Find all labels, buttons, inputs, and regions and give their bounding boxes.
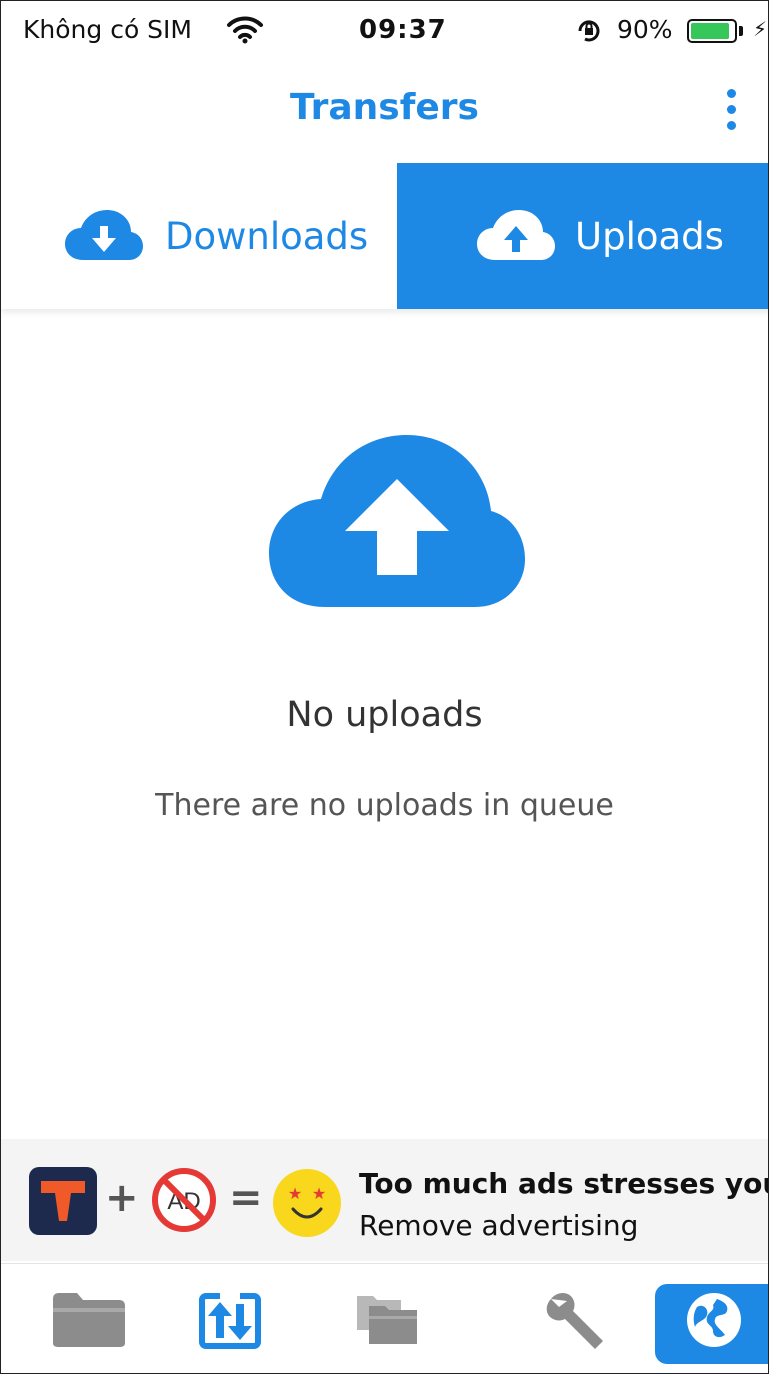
empty-state-title: No uploads (286, 695, 483, 735)
battery-percent: 90% (617, 15, 673, 44)
tab-transfers[interactable] (185, 1264, 275, 1373)
happy-face-icon: ★ ★ (271, 1167, 343, 1243)
more-dot-icon (727, 105, 736, 114)
battery-tip (739, 26, 743, 36)
ad-headline: Too much ads stresses you? (359, 1167, 769, 1200)
remove-ads-link[interactable]: Remove advertising (359, 1209, 638, 1242)
globe-icon (686, 1293, 741, 1347)
equals-sign: = (229, 1175, 263, 1221)
bottom-tab-bar (1, 1263, 768, 1373)
svg-text:★: ★ (288, 1184, 302, 1203)
tab-browser[interactable] (655, 1264, 768, 1373)
more-dot-icon (727, 121, 736, 130)
app-logo-icon (29, 1167, 97, 1235)
tab-downloads-label: Downloads (165, 214, 369, 258)
tab-tools[interactable] (531, 1264, 621, 1373)
carrier-label: Không có SIM (23, 15, 192, 44)
more-options-button[interactable] (713, 89, 749, 133)
page-title: Transfers (290, 87, 479, 128)
more-dot-icon (727, 89, 736, 98)
tab-offline[interactable] (345, 1264, 435, 1373)
tab-downloads[interactable]: Downloads (1, 163, 397, 309)
transfer-tabs: Downloads Uploads (1, 163, 768, 309)
plus-sign: + (105, 1175, 139, 1221)
charging-icon: ⚡ (753, 17, 768, 41)
offline-folders-icon (357, 1296, 417, 1344)
app-screen: Không có SIM 09:37 90% ⚡ Transfers Downl… (0, 0, 769, 1374)
no-ads-icon: AD (149, 1165, 219, 1239)
battery-icon (687, 19, 737, 43)
clock: 09:37 (359, 15, 447, 45)
cloud-download-icon (65, 210, 143, 260)
ad-banner[interactable]: + AD = ★ ★ Too much ads stresses you? Re… (1, 1139, 769, 1261)
wrench-icon (546, 1293, 603, 1349)
tab-files[interactable] (41, 1264, 137, 1373)
wifi-icon (226, 15, 264, 49)
folder-icon (53, 1293, 125, 1347)
empty-state-subtitle: There are no uploads in queue (155, 788, 614, 823)
cloud-upload-large-icon (267, 433, 527, 613)
rotation-lock-icon (575, 17, 603, 49)
svg-text:★: ★ (312, 1184, 326, 1203)
transfers-icon (199, 1290, 261, 1349)
battery-level (691, 23, 729, 39)
tab-uploads[interactable]: Uploads (397, 163, 768, 309)
status-bar: Không có SIM 09:37 90% ⚡ (1, 1, 768, 65)
cloud-upload-icon (477, 210, 555, 260)
tab-uploads-label: Uploads (575, 214, 724, 258)
